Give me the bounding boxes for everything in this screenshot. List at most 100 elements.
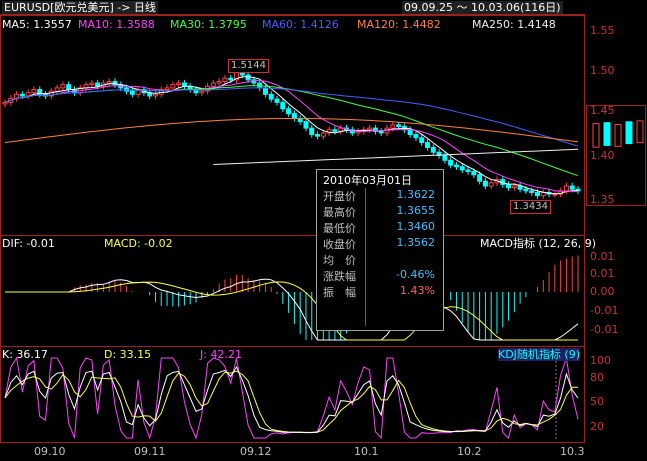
kdj-axis-2: 80 — [590, 371, 604, 384]
candle-body — [89, 82, 95, 86]
macd-indicator-name[interactable]: MACD指标 (12, 26, 9) — [480, 237, 596, 250]
candle-body — [280, 101, 286, 110]
date-label-5: 10.2 — [457, 445, 482, 458]
kdj-indicator-name[interactable]: KDJ随机指标 (9) — [498, 348, 581, 361]
candle-body — [569, 185, 575, 190]
candle-body — [19, 93, 25, 97]
candle-body — [286, 108, 292, 115]
price-axis-1: 1.55 — [590, 24, 615, 37]
candle-body — [170, 84, 176, 89]
d-line — [4, 370, 578, 433]
candle-body — [448, 159, 454, 166]
candle-body — [477, 174, 483, 182]
k-line — [4, 365, 579, 433]
date-label-1: 09.10 — [34, 445, 66, 458]
ma60-label: MA60: 1.4126 — [262, 18, 339, 31]
candle-body — [291, 113, 297, 119]
candle-body — [506, 183, 512, 189]
candle-body — [459, 166, 465, 171]
date-label-2: 09.11 — [134, 445, 166, 458]
mini-candle — [603, 122, 611, 146]
ma250-label: MA250: 1.4148 — [472, 18, 556, 31]
candle-body — [430, 146, 436, 153]
high-price-tag: 1.5144 — [228, 59, 269, 73]
mini-candle — [614, 124, 622, 147]
price-axis-3: 1.45 — [590, 104, 615, 117]
candle-body — [407, 129, 413, 136]
macd-axis-2: 0.01 — [590, 267, 615, 280]
candle-body — [320, 132, 326, 137]
candle-body — [390, 124, 396, 129]
ma120-label: MA120: 1.4482 — [357, 18, 441, 31]
candle-body — [210, 82, 216, 87]
ma60-line — [4, 87, 579, 147]
macd-axis-1: 0.01 — [590, 250, 615, 263]
candle-body — [303, 121, 309, 129]
candle-body — [199, 90, 205, 94]
candle-body — [529, 190, 535, 193]
candle-body — [523, 188, 529, 192]
ma5-label: MA5: 1.3557 — [2, 18, 72, 31]
j-line — [4, 356, 579, 440]
kdj-axis-3: 50 — [590, 395, 604, 408]
mini-candle — [636, 120, 644, 144]
candle-body — [511, 185, 517, 189]
candle-body — [396, 124, 402, 127]
candle-body — [563, 185, 569, 192]
dif-label: DIF: -0.01 — [2, 237, 55, 250]
candle-body — [268, 93, 274, 100]
price-axis-5: 1.35 — [590, 193, 615, 206]
candle-body — [176, 82, 182, 86]
d-label: D: 33.15 — [104, 348, 152, 361]
date-label-3: 09.12 — [240, 445, 272, 458]
ma10-label: MA10: 1.3588 — [78, 18, 155, 31]
tooltip-divider — [365, 188, 366, 326]
macd-axis-5: -0.01 — [590, 323, 619, 336]
candle-body — [274, 98, 280, 103]
ma30-label: MA30: 1.3795 — [170, 18, 247, 31]
j-label: J: 42.21 — [200, 348, 242, 361]
mini-candle — [625, 121, 633, 145]
macd-axis-4: -0.01 — [590, 304, 619, 317]
candle-body — [309, 127, 315, 136]
candle-body — [517, 185, 523, 190]
low-price-tag: 1.3434 — [510, 200, 551, 214]
macd-label: MACD: -0.02 — [104, 237, 173, 250]
date-label-6: 10.3 — [560, 445, 585, 458]
candle-body — [31, 88, 37, 94]
price-axis-4: 1.40 — [590, 149, 615, 162]
candle-body — [152, 93, 158, 97]
tooltip-row-amplitude: 振 幅 1.43% — [323, 284, 435, 299]
candle-body — [378, 130, 384, 134]
price-axis-2: 1.50 — [590, 64, 615, 77]
date-range: 09.09.25 ～ 10.03.06(116日) — [402, 1, 563, 14]
ma10-line — [4, 79, 579, 193]
candle-body — [60, 84, 66, 89]
candle-body — [332, 129, 338, 132]
ma120-line — [4, 118, 579, 144]
candle-body — [425, 142, 431, 148]
tooltip-date: 2010年03月01日 — [323, 174, 412, 187]
candle-body — [367, 127, 373, 131]
candle-body — [419, 137, 425, 144]
ohlc-tooltip: 2010年03月01日 开盘价 1.3622 最高价 1.3655 最低价 1.346… — [316, 169, 444, 331]
candle-body — [129, 90, 135, 95]
candle-body — [95, 82, 101, 87]
dif-line — [5, 278, 579, 341]
tooltip-row-change: 涨跌幅 -0.46% — [323, 268, 435, 283]
kdj-axis-4: 20 — [590, 420, 604, 433]
candle-body — [164, 87, 170, 90]
candle-body — [54, 87, 60, 92]
tooltip-row-close: 收盘价 1.3562 — [323, 236, 435, 251]
candle-body — [534, 191, 540, 197]
candle-body — [181, 82, 187, 87]
tooltip-row-high: 最高价 1.3655 — [323, 204, 435, 219]
candle-body — [2, 101, 8, 105]
candle-body — [453, 164, 459, 168]
mini-candle — [592, 123, 600, 148]
window-title: EURUSD[欧元兑美元] -> 日线 — [2, 1, 158, 14]
tooltip-row-avg: 均 价 — [323, 254, 356, 267]
candle-body — [315, 134, 321, 137]
chart-frame — [0, 15, 585, 443]
ma250-line — [213, 148, 579, 165]
